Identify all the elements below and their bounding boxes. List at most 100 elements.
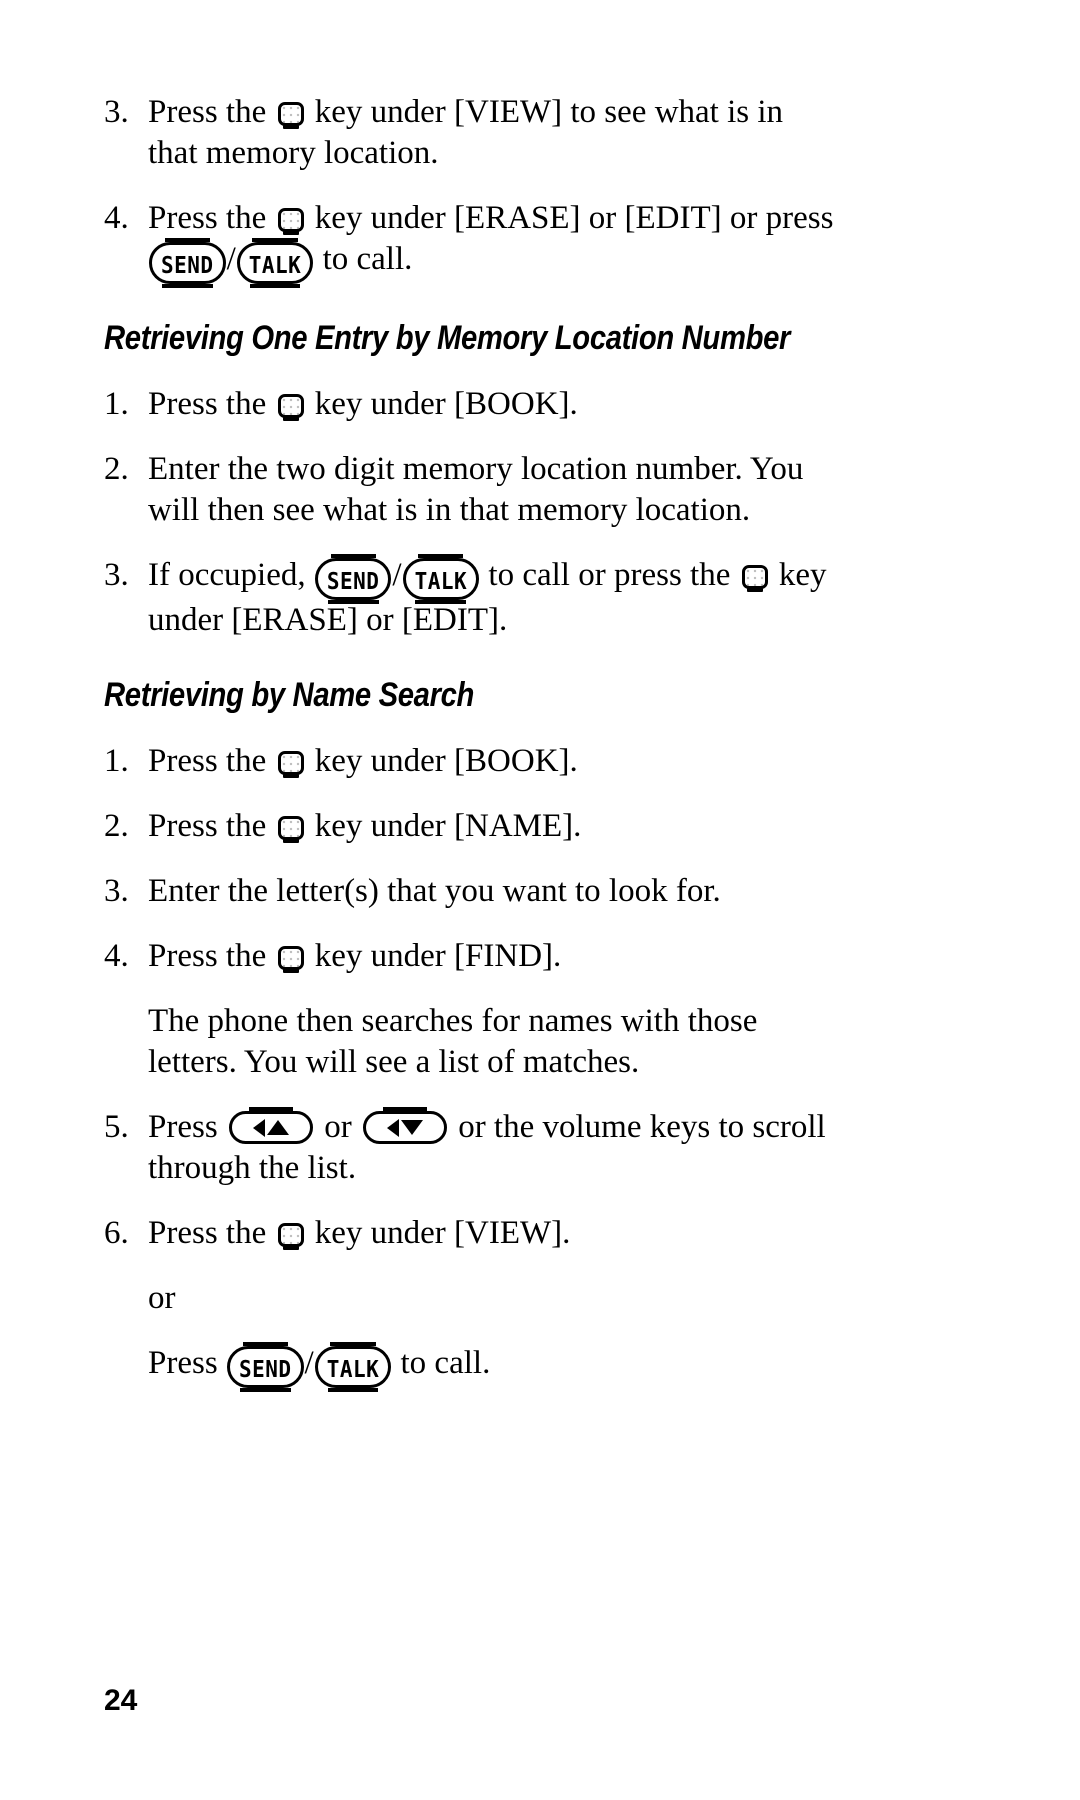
soft-key-icon [277,751,304,778]
text-run: Press the [148,386,275,422]
list-item-text: Press the key under [BOOK]. [148,741,834,782]
list-item-text: Press the key under [BOOK]. [148,384,834,425]
text-run: If occupied, [148,557,314,593]
text-run: / [304,1345,314,1381]
text-run: The phone then searches for names with t… [148,1003,758,1080]
send-key-icon: SEND [226,1342,304,1392]
list-item-text: Enter the letter(s) that you want to loo… [148,871,834,912]
list-item-text: Press or or the volume keys to scroll th… [148,1107,834,1189]
text-run: Enter the two digit memory location numb… [148,451,804,528]
list-item-number: 1. [104,743,129,779]
section-heading: Retrieving by Name Search [104,676,475,714]
send-key-icon: SEND [149,238,226,288]
text-run: / [392,557,402,593]
list-item: 2. Press the key under [NAME]. [104,806,834,847]
send-key-icon: SEND [314,554,392,604]
list-item: 5. Press or or the volume keys to scroll … [104,1107,834,1189]
text-run: Press [148,1109,226,1145]
text-run: to call or press the [480,557,739,593]
continuation-paragraph: or [104,1278,834,1319]
text-run: key under [FIND]. [306,938,562,974]
list-item: 4. Press the key under [ERASE] or [EDIT] … [104,198,834,288]
text-run: Enter the letter(s) that you want to loo… [148,873,721,909]
list-indent-spacer [104,1343,148,1388]
text-run: or [315,1109,360,1145]
list-item-text: If occupied, SEND / TALK to call or press … [148,554,834,641]
paragraph-text: or [148,1278,834,1319]
paragraph-text: Press SEND / TALK to call. [148,1342,834,1392]
scroll-up-key-icon [228,1107,313,1144]
text-run: / [226,241,236,277]
list-item-number: 2. [104,808,129,844]
talk-key-icon-label: TALK [326,1355,380,1383]
talk-key-icon: TALK [402,554,480,604]
talk-key-icon-label: TALK [414,567,468,595]
text-run: key under [NAME]. [306,808,582,844]
list-item: 3. Press the key under [VIEW] to see what… [104,92,834,174]
key-arrow-glyphs [366,1114,444,1141]
manual-page: 3. Press the key under [VIEW] to see what… [0,0,1080,1800]
list-item: 3. If occupied, SEND / TALK to call or pres… [104,554,834,641]
text-run: to call. [314,241,413,277]
list-item: 4. Press the key under [FIND]. [104,936,834,977]
page-number: 24 [104,1684,138,1717]
text-run: Press the [148,1215,275,1251]
list-item-text: Press the key under [FIND]. [148,936,834,977]
soft-key-icon [277,394,304,421]
list-item-text: Press the key under [VIEW]. [148,1213,834,1254]
arrow-down-icon [400,1120,423,1135]
list-item-number: 5. [104,1109,129,1145]
list-item-number: 4. [104,938,129,974]
send-key-icon-label: SEND [326,567,380,595]
list-item-number: 2. [104,451,129,487]
list-item-text: Press the key under [ERASE] or [EDIT] or… [148,198,834,288]
list-item-text: Press the key under [NAME]. [148,806,834,847]
list-item-number: 6. [104,1215,129,1251]
soft-key-icon [277,946,304,973]
list-item: 1. Press the key under [BOOK]. [104,741,834,782]
continuation-paragraph: Press SEND / TALK to call. [104,1342,834,1392]
soft-key-icon [277,208,304,235]
talk-key-icon: TALK [314,1342,392,1392]
text-run: Press the [148,94,275,130]
key-arrow-glyphs [232,1114,310,1141]
list-item-text: Enter the two digit memory location numb… [148,449,834,531]
arrow-up-icon [266,1120,289,1135]
soft-key-icon [277,102,304,129]
soft-key-icon [277,816,304,843]
paragraph-text: The phone then searches for names with t… [148,1001,834,1083]
list-item: 6. Press the key under [VIEW]. [104,1213,834,1254]
list-item: 3. Enter the letter(s) that you want to l… [104,871,834,912]
send-key-icon-label: SEND [161,251,214,279]
talk-key-icon-label: TALK [248,251,302,279]
soft-key-icon [277,1223,304,1250]
list-item-text: Press the key under [VIEW] to see what i… [148,92,834,174]
text-run: key under [BOOK]. [306,386,578,422]
send-key-icon-label: SEND [238,1355,292,1383]
list-item: 2. Enter the two digit memory location nu… [104,449,834,531]
list-item-number: 4. [104,200,129,236]
page-content: 3. Press the key under [VIEW] to see what… [104,92,834,1412]
text-run: to call. [392,1345,491,1381]
continuation-paragraph: The phone then searches for names with t… [104,1001,834,1083]
arrow-left-icon [252,1118,265,1137]
arrow-left-icon [386,1118,399,1137]
text-run: key under [VIEW]. [306,1215,571,1251]
text-run: Press the [148,200,275,236]
talk-key-icon: TALK [236,238,314,288]
section-heading: Retrieving One Entry by Memory Location … [104,319,791,357]
list-indent-spacer [104,1278,148,1319]
text-run: Press the [148,808,275,844]
list-item-number: 3. [104,873,129,909]
text-run: key under [ERASE] or [EDIT] or press [306,200,834,236]
list-item-number: 3. [104,94,129,130]
list-item-number: 1. [104,386,129,422]
text-run: or [148,1280,176,1316]
list-indent-spacer [104,1001,148,1083]
list-item-number: 3. [104,557,129,593]
list-item: 1. Press the key under [BOOK]. [104,384,834,425]
text-run: Press the [148,938,275,974]
text-run: Press [148,1345,226,1381]
text-run: Press the [148,743,275,779]
scroll-down-key-icon [362,1107,447,1144]
